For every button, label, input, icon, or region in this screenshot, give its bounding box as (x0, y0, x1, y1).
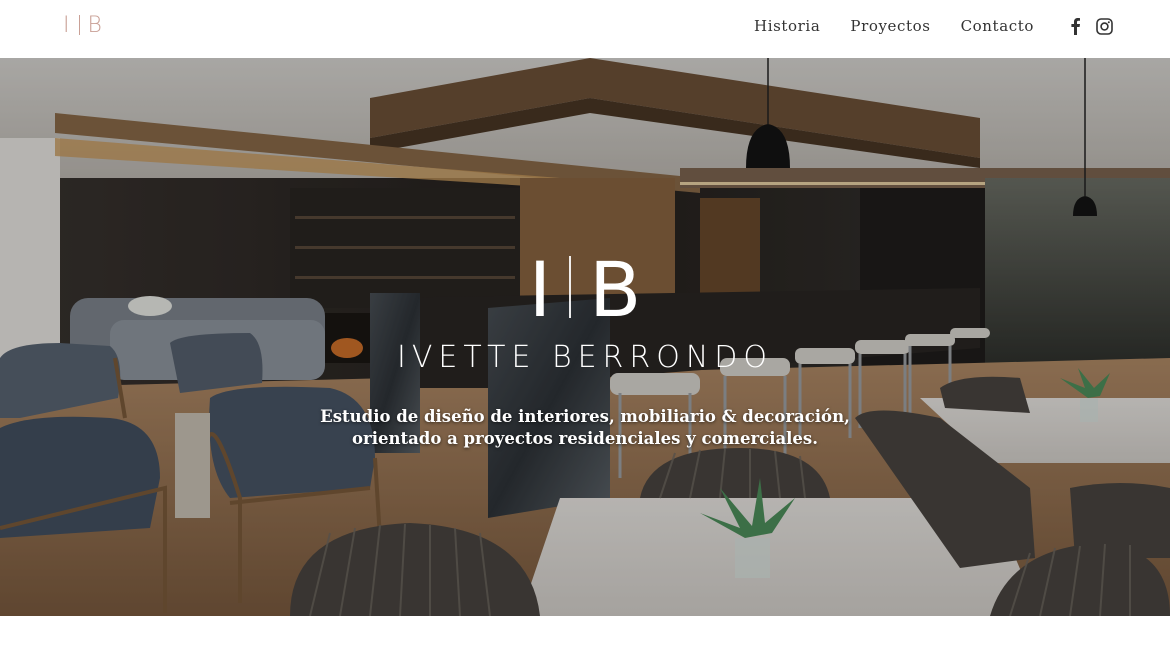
page-content-start (0, 616, 1170, 658)
hero-logo-letter-i: I (528, 245, 552, 334)
hero-logo-divider (569, 256, 572, 318)
instagram-icon[interactable] (1094, 16, 1114, 36)
main-nav: Historia Proyectos Contacto (724, 16, 1114, 36)
logo-divider (78, 15, 80, 35)
hero-logo: IB (0, 252, 1170, 328)
logo-letter-b: B (87, 12, 103, 38)
facebook-icon[interactable] (1065, 16, 1085, 36)
hero-studio-name: IVETTE BERRONDO (397, 340, 773, 375)
hero-logo-letter-b: B (589, 245, 642, 334)
hero-banner: IB IVETTE BERRONDO Estudio de diseño de … (0, 58, 1170, 616)
social-links (1056, 16, 1114, 36)
nav-link-proyectos[interactable]: Proyectos (850, 17, 930, 35)
logo-letter-i: I (63, 12, 71, 38)
hero-background-image (0, 58, 1170, 616)
hero-tagline: Estudio de diseño de interiores, mobilia… (0, 406, 1170, 450)
site-header: I B Historia Proyectos Contacto (0, 0, 1170, 58)
hero-tagline-line-1: Estudio de diseño de interiores, mobilia… (320, 407, 850, 426)
site-logo[interactable]: I B (63, 12, 103, 38)
nav-link-contacto[interactable]: Contacto (961, 17, 1034, 35)
hero-tagline-line-2: orientado a proyectos residenciales y co… (352, 429, 818, 448)
nav-link-historia[interactable]: Historia (754, 17, 820, 35)
